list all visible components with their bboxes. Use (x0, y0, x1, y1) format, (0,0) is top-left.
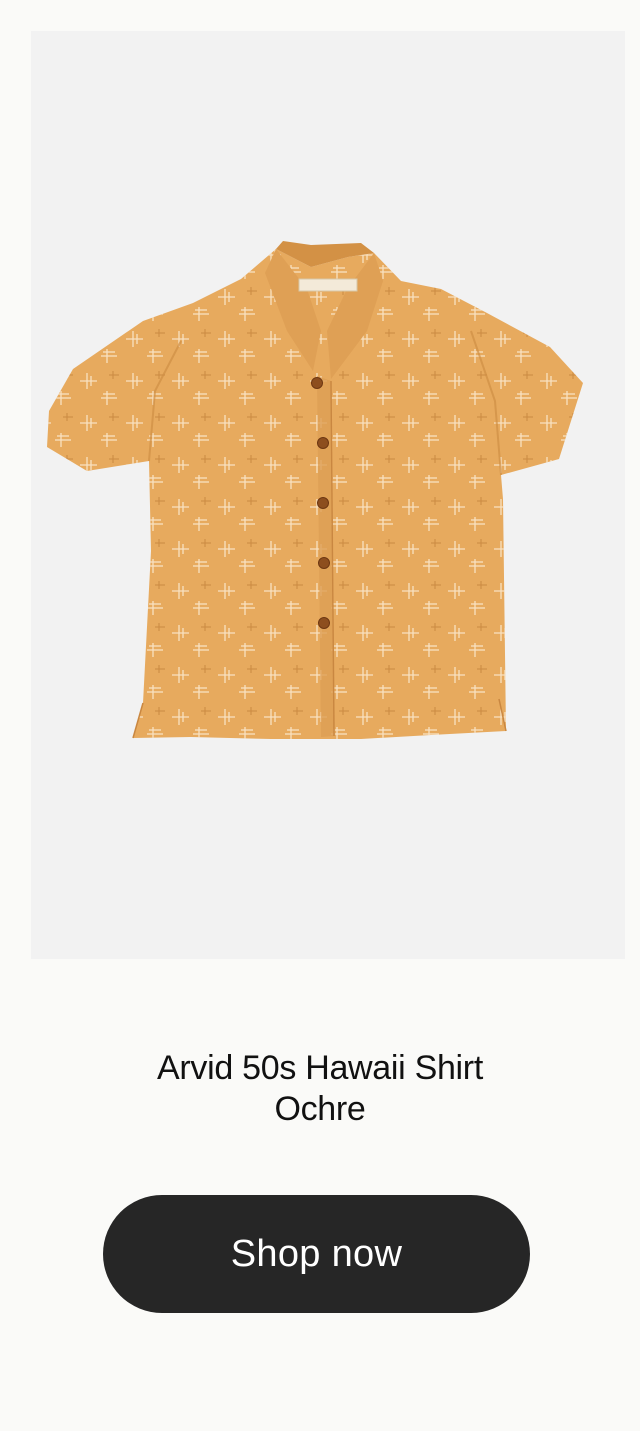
shop-now-button[interactable]: Shop now (103, 1195, 530, 1313)
shirt-illustration (47, 241, 583, 739)
product-image[interactable] (31, 31, 625, 959)
product-title[interactable]: Arvid 50s Hawaii Shirt Ochre (120, 1048, 520, 1130)
product-card: Arvid 50s Hawaii Shirt Ochre Shop now (0, 0, 640, 1431)
